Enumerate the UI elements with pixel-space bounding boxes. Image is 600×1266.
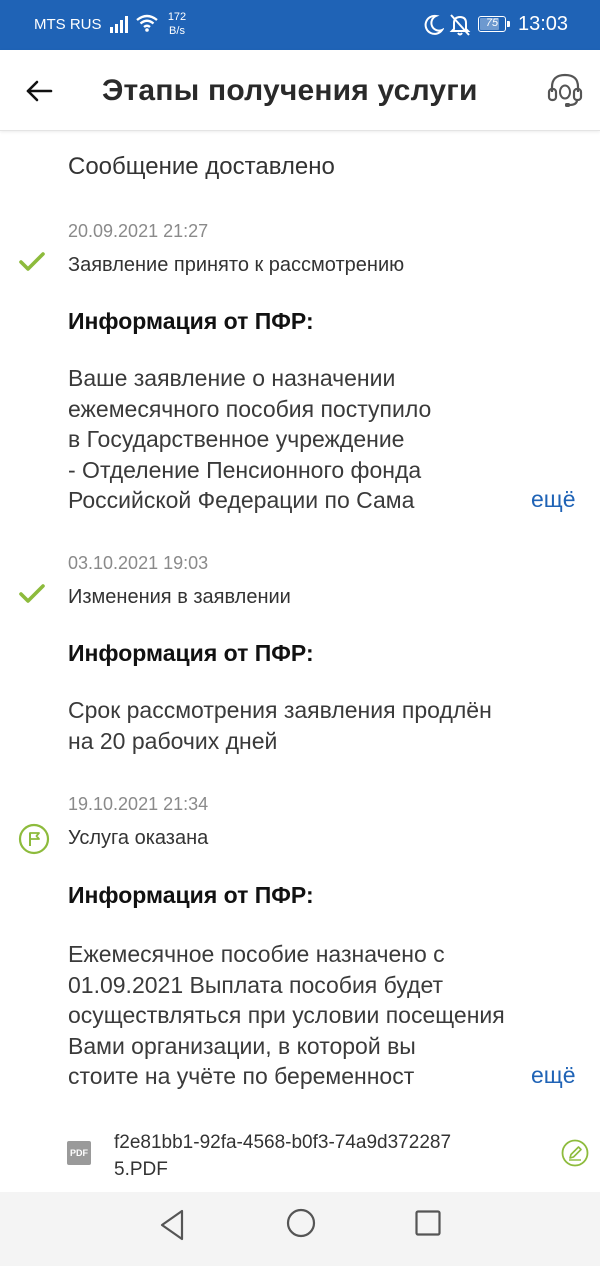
show-more-link[interactable]: ещё [531, 1062, 576, 1089]
circle-home-icon[interactable] [285, 1207, 317, 1239]
wifi-icon [136, 14, 158, 32]
moon-icon [424, 14, 444, 35]
system-nav-bar [0, 1192, 600, 1266]
triangle-back-icon[interactable] [158, 1208, 186, 1242]
signal-icon [110, 16, 128, 33]
stage-label: Изменения в заявлении [68, 586, 291, 608]
initial-status: Сообщение доставлено [68, 153, 335, 180]
arrow-left-icon[interactable] [20, 72, 58, 110]
stage-label: Услуга оказана [68, 827, 209, 849]
square-recents-icon[interactable] [414, 1209, 442, 1237]
check-icon [19, 584, 45, 603]
info-title: Информация от ПФР: [68, 640, 314, 666]
timeline-content[interactable]: Сообщение доставлено 20.09.2021 21:27 За… [0, 130, 600, 1192]
status-bar: MTS RUS 172 B/s 75 13:03 [0, 0, 600, 50]
stage-date: 03.10.2021 19:03 [68, 553, 209, 573]
headset-icon[interactable] [545, 70, 585, 110]
bell-muted-icon [449, 14, 471, 36]
clock: 13:03 [518, 13, 569, 35]
signature-icon[interactable] [561, 1139, 589, 1167]
network-speed: 172 B/s [167, 11, 187, 37]
show-more-link[interactable]: ещё [531, 486, 576, 513]
info-title: Информация от ПФР: [68, 308, 314, 334]
stage-date: 20.09.2021 21:27 [68, 221, 209, 241]
flag-icon [18, 823, 50, 855]
carrier-name: MTS RUS [34, 16, 102, 33]
stage-label: Заявление принято к рассмотрению [68, 254, 405, 276]
page-title: Этапы получения услуги [102, 74, 478, 107]
stage-date: 19.10.2021 21:34 [68, 794, 209, 814]
info-message: Срок рассмотрения заявления продлён на 2… [68, 697, 492, 754]
app-bar: Этапы получения услуги [0, 50, 600, 131]
pdf-file-icon: PDF [67, 1141, 91, 1165]
check-icon [19, 252, 45, 271]
battery-indicator: 75 [478, 16, 506, 32]
info-title: Информация от ПФР: [68, 882, 314, 908]
attachment-file-name[interactable]: f2e81bb1-92fa-4568-b0f3-74a9d372287 5.PD… [114, 1129, 451, 1183]
